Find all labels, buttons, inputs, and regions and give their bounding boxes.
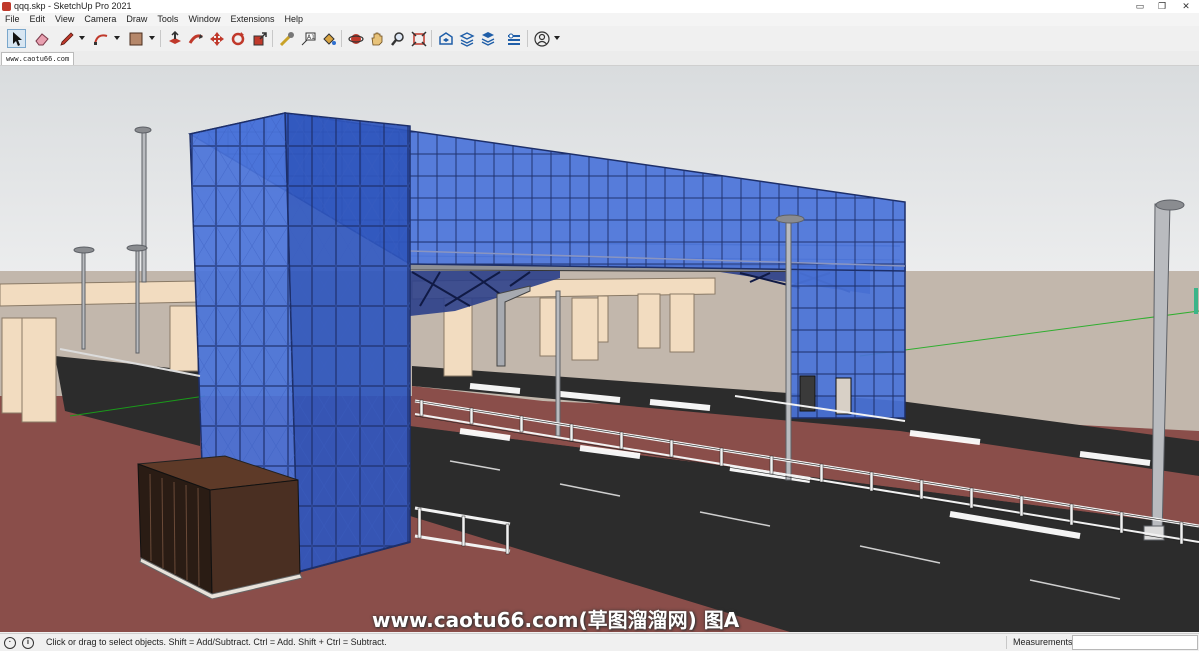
status-separator xyxy=(1006,636,1007,649)
menu-window[interactable]: Window xyxy=(183,13,225,26)
paint-bucket-icon xyxy=(322,32,336,45)
extension-warehouse-icon xyxy=(458,31,475,47)
select-tool-button[interactable] xyxy=(7,29,26,48)
extension-manager-button[interactable] xyxy=(504,29,523,48)
warehouse-icon xyxy=(438,31,453,45)
viewport-drawing xyxy=(0,66,1199,632)
rotate-icon xyxy=(231,31,244,45)
tape-measure-icon xyxy=(279,31,294,46)
info-icon[interactable]: i xyxy=(22,637,34,649)
move-icon xyxy=(209,31,224,46)
menu-bar: File Edit View Camera Draw Tools Window … xyxy=(0,13,1199,26)
extension-manager-icon xyxy=(507,33,520,45)
geo-location-icon[interactable]: · xyxy=(4,637,16,649)
zoom-tool-button[interactable] xyxy=(388,29,407,48)
model-viewport[interactable]: www.caotu66.com(草图溜溜网) 图A xyxy=(0,66,1199,632)
rotate-tool-button[interactable] xyxy=(228,29,247,48)
line-tool-dropdown-arrow[interactable] xyxy=(79,36,85,40)
close-button[interactable]: ✕ xyxy=(1173,0,1199,13)
shape-tool-button[interactable] xyxy=(126,29,145,48)
text-icon: A1 xyxy=(301,32,315,45)
paint-bucket-tool-button[interactable] xyxy=(319,29,338,48)
user-icon xyxy=(533,30,550,47)
arrow-cursor-icon xyxy=(12,31,22,46)
menu-view[interactable]: View xyxy=(50,13,79,26)
move-tool-button[interactable] xyxy=(207,29,226,48)
eraser-icon xyxy=(34,32,49,45)
watermark-text: www.caotu66.com(草图溜溜网) 图A xyxy=(372,608,740,632)
follow-me-tool-button[interactable] xyxy=(186,29,205,48)
eraser-tool-button[interactable] xyxy=(32,29,51,48)
main-toolbar: A1 xyxy=(0,26,1199,52)
zoom-extents-icon xyxy=(410,30,427,47)
menu-help[interactable]: Help xyxy=(279,13,308,26)
title-bar: qqq.skp - SketchUp Pro 2021 ▭ ❐ ✕ xyxy=(0,0,1199,14)
svg-text:A1: A1 xyxy=(307,34,315,41)
account-button[interactable] xyxy=(532,29,551,48)
scale-icon xyxy=(253,31,267,45)
toolbar-separator xyxy=(272,30,273,47)
toolbar-separator xyxy=(527,30,528,47)
viewport-edge-marker xyxy=(1194,288,1198,314)
arc-tool-dropdown-arrow[interactable] xyxy=(114,36,120,40)
menu-edit[interactable]: Edit xyxy=(25,13,51,26)
menu-tools[interactable]: Tools xyxy=(152,13,183,26)
arc-icon xyxy=(93,33,107,45)
menu-extensions[interactable]: Extensions xyxy=(225,13,279,26)
line-tool-button[interactable] xyxy=(57,29,76,48)
layout-send-button[interactable] xyxy=(478,29,497,48)
measurements-label: Measurements xyxy=(1013,637,1073,647)
3d-warehouse-button[interactable] xyxy=(436,29,455,48)
toolbar-separator xyxy=(341,30,342,47)
magnifier-icon xyxy=(390,31,404,46)
layout-icon xyxy=(481,31,494,46)
scale-tool-button[interactable] xyxy=(250,29,269,48)
menu-draw[interactable]: Draw xyxy=(121,13,152,26)
orbit-icon xyxy=(347,33,364,44)
status-bar: · i Click or drag to select objects. Shi… xyxy=(0,633,1199,651)
orbit-tool-button[interactable] xyxy=(346,29,365,48)
pencil-icon xyxy=(59,31,74,46)
menu-file[interactable]: File xyxy=(0,13,25,26)
extension-warehouse-button[interactable] xyxy=(457,29,476,48)
sketchup-app-icon xyxy=(2,2,11,11)
scene-tab-bar: www.caotu66.com xyxy=(0,51,1199,66)
push-pull-icon xyxy=(168,30,181,44)
status-hint: Click or drag to select objects. Shift =… xyxy=(46,637,387,647)
follow-me-icon xyxy=(188,33,203,44)
tape-measure-tool-button[interactable] xyxy=(277,29,296,48)
scene-tab[interactable]: www.caotu66.com xyxy=(1,52,75,65)
text-tool-button[interactable]: A1 xyxy=(298,29,317,48)
minimize-button[interactable]: ▭ xyxy=(1129,0,1151,13)
window-title: qqq.skp - SketchUp Pro 2021 xyxy=(14,1,132,11)
account-dropdown-arrow[interactable] xyxy=(554,36,560,40)
zoom-extents-tool-button[interactable] xyxy=(409,29,428,48)
toolbar-separator xyxy=(160,30,161,47)
pan-tool-button[interactable] xyxy=(367,29,386,48)
restore-button[interactable]: ❐ xyxy=(1151,0,1173,13)
rectangle-icon xyxy=(129,32,142,45)
hand-icon xyxy=(371,32,382,45)
measurements-input[interactable] xyxy=(1072,635,1198,650)
shape-tool-dropdown-arrow[interactable] xyxy=(149,36,155,40)
toolbar-separator xyxy=(431,30,432,47)
push-pull-tool-button[interactable] xyxy=(165,29,184,48)
right-glass-tower xyxy=(789,265,906,419)
arc-tool-button[interactable] xyxy=(91,29,110,48)
menu-camera[interactable]: Camera xyxy=(79,13,121,26)
window-controls: ▭ ❐ ✕ xyxy=(1129,0,1199,13)
